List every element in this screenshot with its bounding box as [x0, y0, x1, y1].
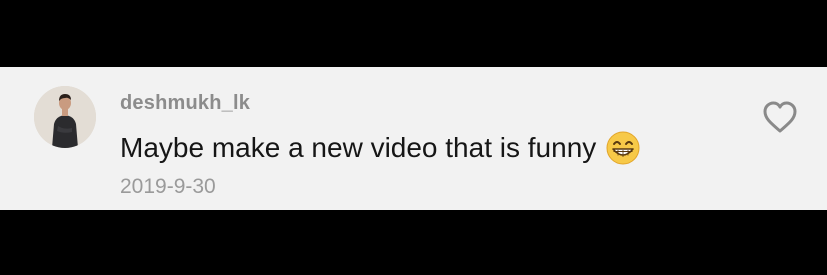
grinning-face-emoji-icon	[606, 131, 640, 165]
video-frame: deshmukh_lk Maybe make a new video that …	[0, 0, 827, 275]
comment-body: Maybe make a new video that is funny	[120, 131, 640, 165]
heart-icon	[762, 101, 798, 138]
comment-item: deshmukh_lk Maybe make a new video that …	[0, 67, 827, 210]
like-button[interactable]	[762, 100, 798, 134]
comment-text: Maybe make a new video that is funny	[120, 132, 597, 163]
comment-username[interactable]: deshmukh_lk	[120, 92, 250, 115]
comment-date: 2019-9-30	[120, 175, 216, 198]
avatar[interactable]	[34, 86, 96, 148]
